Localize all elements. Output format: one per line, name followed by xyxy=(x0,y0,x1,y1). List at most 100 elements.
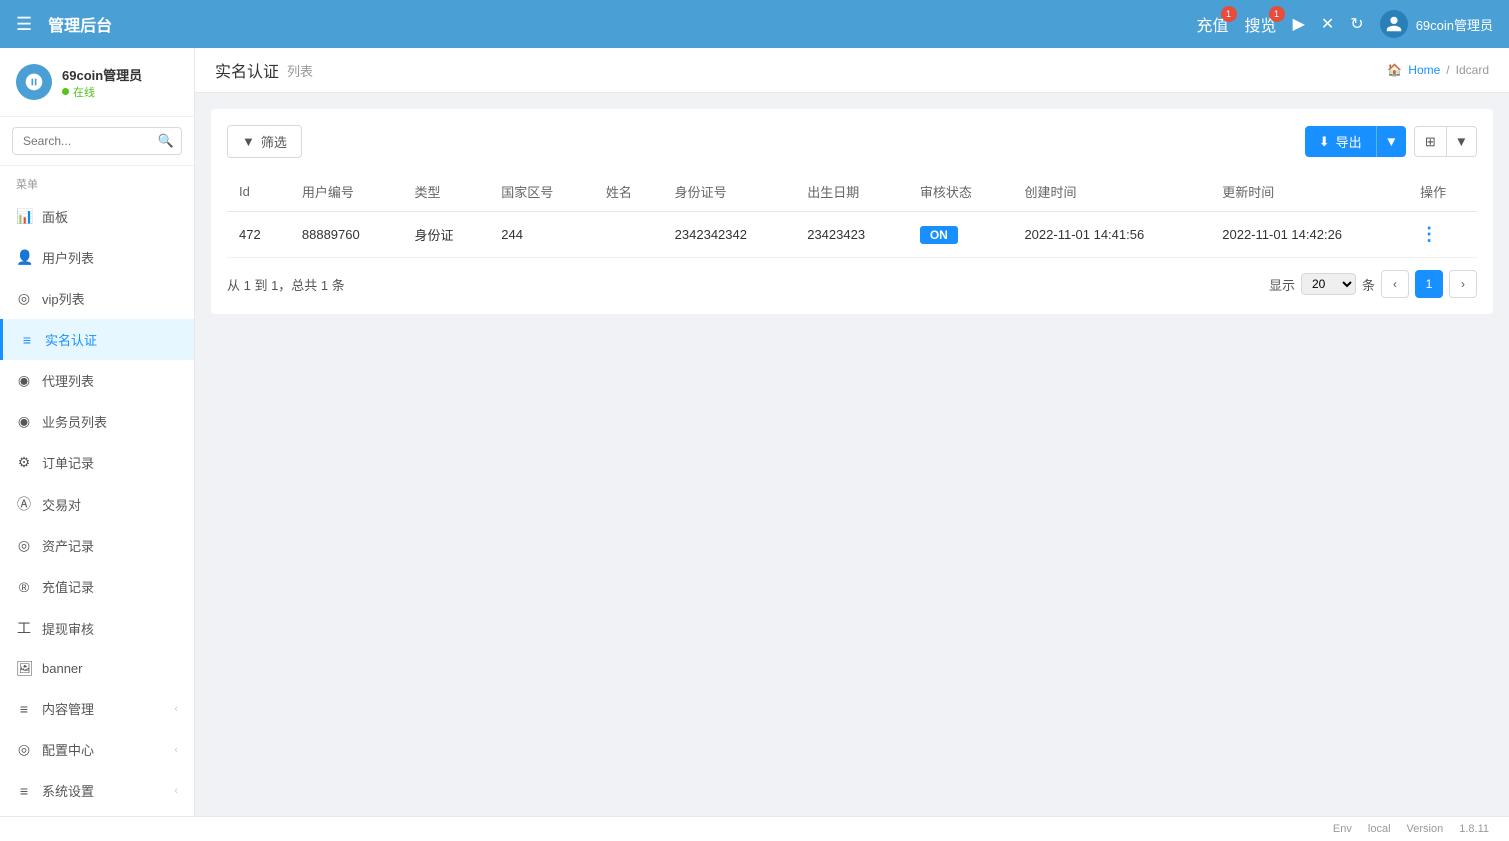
sidebar-item-label: vip列表 xyxy=(42,289,85,308)
status-dot-icon xyxy=(62,88,69,95)
cell-country-code: 244 xyxy=(489,212,594,258)
withdrawal-icon: 工 xyxy=(16,618,32,638)
col-header-country-code: 国家区号 xyxy=(489,172,594,212)
cell-type: 身份证 xyxy=(403,212,490,258)
breadcrumb: 🏠 Home / Idcard xyxy=(1387,63,1489,77)
play-btn[interactable]: ▶ xyxy=(1293,14,1305,34)
sidebar-item-recharge-records[interactable]: ® 充值记录 xyxy=(0,566,194,607)
env-value: local xyxy=(1368,823,1391,835)
hamburger-icon[interactable]: ☰ xyxy=(16,14,32,35)
recharge-btn[interactable]: 充值 1 xyxy=(1197,12,1229,36)
cell-name xyxy=(594,212,663,258)
columns-btn-group: ⊞ ▼ xyxy=(1414,126,1477,157)
order-icon: ⚙ xyxy=(16,454,32,471)
show-label: 显示 xyxy=(1269,275,1295,294)
chevron-right-icon-2: ‹ xyxy=(174,744,178,756)
sidebar-item-label: 业务员列表 xyxy=(42,412,107,431)
status-badge: ON xyxy=(920,226,958,244)
sidebar-item-dashboard[interactable]: 📊 面板 xyxy=(0,196,194,237)
top-nav-right: 充值 1 搜览 1 ▶ ✕ ↻ 69coin管理员 xyxy=(1197,10,1493,38)
export-btn-group: ⬇ 导出 ▼ xyxy=(1305,126,1406,157)
action-menu-btn[interactable]: ⋮ xyxy=(1420,224,1438,244)
vip-icon: ◎ xyxy=(16,290,32,307)
cell-id-number: 2342342342 xyxy=(663,212,796,258)
footer-bar: Env local Version 1.8.11 xyxy=(0,816,1509,841)
sidebar-item-transactions[interactable]: Ⓐ 交易对 xyxy=(0,483,194,525)
sidebar-item-label: 资产记录 xyxy=(42,536,94,555)
cell-created-at: 2022-11-01 14:41:56 xyxy=(1012,212,1210,258)
per-page-select[interactable]: 20 50 100 xyxy=(1301,273,1356,295)
sidebar-username: 69coin管理员 xyxy=(62,65,142,84)
sidebar-item-label: 代理列表 xyxy=(42,371,94,390)
sidebar-item-banner[interactable]: 🖼 banner xyxy=(0,649,194,688)
sidebar-item-withdrawal-review[interactable]: 工 提现审核 xyxy=(0,607,194,649)
toolbar-right: ⬇ 导出 ▼ ⊞ ▼ xyxy=(1305,126,1477,157)
sidebar-item-label: 充值记录 xyxy=(42,577,94,596)
cell-review-status: ON xyxy=(908,212,1013,258)
filter-button[interactable]: ▼ 筛选 xyxy=(227,125,302,158)
table-head: Id 用户编号 类型 国家区号 姓名 身份证号 出生日期 审核状态 创建时间 更… xyxy=(227,172,1477,212)
asset-icon: ◎ xyxy=(16,537,32,554)
sidebar-item-label: 订单记录 xyxy=(42,453,94,472)
browse-btn[interactable]: 搜览 1 xyxy=(1245,12,1277,36)
sidebar-item-real-name[interactable]: ≡ 实名认证 xyxy=(0,319,194,360)
logo-icon xyxy=(16,64,52,100)
sidebar-item-label: 配置中心 xyxy=(42,740,94,759)
sidebar-item-label: 实名认证 xyxy=(45,330,97,349)
col-header-review-status: 审核状态 xyxy=(908,172,1013,212)
transactions-icon: Ⓐ xyxy=(16,494,32,514)
columns-dropdown-button[interactable]: ▼ xyxy=(1447,126,1477,157)
recharge-badge: 1 xyxy=(1221,6,1237,22)
cell-birth-date: 23423423 xyxy=(795,212,908,258)
sidebar-item-content-management[interactable]: ≡ 内容管理 ‹ xyxy=(0,688,194,729)
sidebar-item-staff-list[interactable]: ◉ 业务员列表 xyxy=(0,401,194,442)
sidebar-item-agent-list[interactable]: ◉ 代理列表 xyxy=(0,360,194,401)
user-label: 69coin管理员 xyxy=(1416,15,1493,34)
col-header-name: 姓名 xyxy=(594,172,663,212)
search-input[interactable] xyxy=(12,127,182,155)
refresh-btn[interactable]: ↻ xyxy=(1350,14,1363,34)
next-page-btn[interactable]: › xyxy=(1449,270,1477,298)
search-icon[interactable]: 🔍 xyxy=(158,133,174,149)
sidebar-item-asset-records[interactable]: ◎ 资产记录 xyxy=(0,525,194,566)
content-area: 实名认证 列表 🏠 Home / Idcard ▼ 筛选 xyxy=(195,48,1509,816)
export-dropdown-button[interactable]: ▼ xyxy=(1376,126,1406,157)
unit-label: 条 xyxy=(1362,275,1375,294)
sidebar-item-label: banner xyxy=(42,661,82,676)
page-1-btn[interactable]: 1 xyxy=(1415,270,1443,298)
env-label: Env xyxy=(1333,823,1352,835)
table-footer: 从 1 到 1，总共 1 条 显示 20 50 100 条 ‹ 1 › xyxy=(227,270,1477,298)
cell-id: 472 xyxy=(227,212,290,258)
sidebar-item-label: 面板 xyxy=(42,207,68,226)
col-header-id: Id xyxy=(227,172,290,212)
col-header-type: 类型 xyxy=(403,172,490,212)
user-menu[interactable]: 69coin管理员 xyxy=(1380,10,1493,38)
version-label: Version xyxy=(1407,823,1444,835)
top-navbar: ☰ 管理后台 充值 1 搜览 1 ▶ ✕ ↻ 69coin管理员 xyxy=(0,0,1509,48)
app-title: 管理后台 xyxy=(48,12,112,36)
banner-icon: 🖼 xyxy=(16,660,32,677)
sidebar-item-vip-list[interactable]: ◎ vip列表 xyxy=(0,278,194,319)
sidebar-item-label: 内容管理 xyxy=(42,699,94,718)
page-title: 实名认证 xyxy=(215,58,279,82)
config-icon: ◎ xyxy=(16,741,32,758)
system-icon: ≡ xyxy=(16,783,32,799)
dashboard-icon: 📊 xyxy=(16,208,32,225)
home-icon: 🏠 xyxy=(1387,63,1402,77)
cell-action: ⋮ xyxy=(1408,212,1477,258)
close-btn[interactable]: ✕ xyxy=(1321,14,1334,34)
columns-button[interactable]: ⊞ xyxy=(1414,126,1447,157)
pagination-summary: 从 1 到 1，总共 1 条 xyxy=(227,275,345,294)
agent-icon: ◉ xyxy=(16,372,32,389)
breadcrumb-separator: / xyxy=(1446,63,1449,77)
sidebar-item-order-records[interactable]: ⚙ 订单记录 xyxy=(0,442,194,483)
sidebar-item-system-settings[interactable]: ≡ 系统设置 ‹ xyxy=(0,770,194,811)
breadcrumb-home[interactable]: Home xyxy=(1408,63,1440,77)
sidebar-logo: 69coin管理员 在线 xyxy=(0,48,194,117)
sidebar-item-user-list[interactable]: 👤 用户列表 xyxy=(0,237,194,278)
sidebar: 69coin管理员 在线 🔍 菜单 📊 面板 👤 用户列表 ◎ vip列表 ≡ xyxy=(0,48,195,816)
sidebar-item-config-center[interactable]: ◎ 配置中心 ‹ xyxy=(0,729,194,770)
export-button[interactable]: ⬇ 导出 xyxy=(1305,126,1376,157)
cell-user-code: 88889760 xyxy=(290,212,403,258)
prev-page-btn[interactable]: ‹ xyxy=(1381,270,1409,298)
